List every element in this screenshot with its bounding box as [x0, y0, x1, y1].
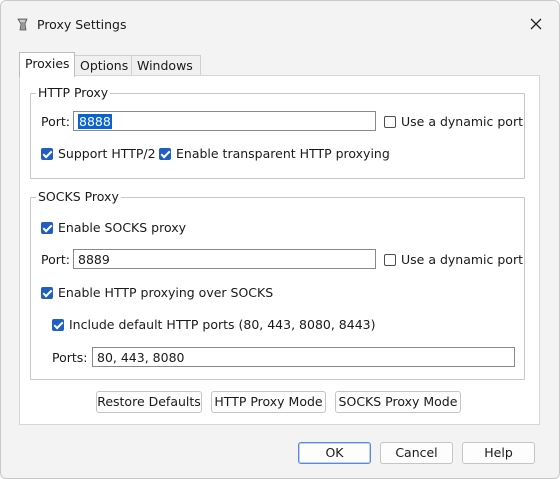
proxies-tab-panel: HTTP Proxy Port: 8888 Use a dynamic port…	[19, 75, 540, 425]
socks-proxy-legend: SOCKS Proxy	[36, 189, 121, 205]
http-over-socks-checkbox[interactable]	[41, 287, 53, 299]
tab-options[interactable]: Options	[74, 55, 134, 76]
support-http2-label: Support HTTP/2	[58, 146, 156, 161]
enable-socks-checkbox[interactable]	[41, 222, 53, 234]
transparent-proxying-label: Enable transparent HTTP proxying	[176, 146, 390, 161]
enable-socks-label: Enable SOCKS proxy	[58, 220, 187, 235]
ports-label: Ports:	[52, 350, 88, 365]
cancel-button[interactable]: Cancel	[380, 442, 453, 464]
socks-proxy-group: SOCKS Proxy Enable SOCKS proxy Port: 888…	[30, 189, 525, 380]
tab-proxies[interactable]: Proxies	[19, 52, 75, 77]
app-icon	[17, 18, 28, 31]
ok-button[interactable]: OK	[298, 442, 371, 464]
http-dynamic-port-label: Use a dynamic port	[401, 114, 523, 129]
http-proxy-group: HTTP Proxy Port: 8888 Use a dynamic port…	[30, 85, 525, 179]
socks-port-input[interactable]: 8889	[73, 249, 376, 269]
proxy-settings-dialog: Proxy Settings Proxies Options Windows H…	[0, 0, 560, 479]
http-over-socks-label: Enable HTTP proxying over SOCKS	[58, 285, 274, 300]
http-proxy-legend: HTTP Proxy	[36, 85, 111, 101]
socks-dynamic-port-label: Use a dynamic port	[401, 252, 523, 267]
title-bar: Proxy Settings	[1, 1, 559, 45]
restore-defaults-button[interactable]: Restore Defaults	[96, 391, 202, 413]
close-icon[interactable]	[527, 15, 545, 33]
http-proxy-mode-button[interactable]: HTTP Proxy Mode	[211, 391, 326, 413]
http-port-label: Port:	[41, 114, 70, 129]
socks-proxy-mode-button[interactable]: SOCKS Proxy Mode	[335, 391, 461, 413]
support-http2-checkbox[interactable]	[41, 148, 53, 160]
transparent-proxying-checkbox[interactable]	[159, 148, 171, 160]
socks-port-label: Port:	[41, 252, 70, 267]
http-port-input[interactable]: 8888	[73, 111, 376, 131]
http-port-value: 8888	[78, 114, 112, 129]
include-default-ports-label: Include default HTTP ports (80, 443, 808…	[69, 317, 376, 332]
include-default-ports-checkbox[interactable]	[52, 319, 64, 331]
ports-input[interactable]: 80, 443, 8080	[92, 347, 515, 367]
help-button[interactable]: Help	[462, 442, 535, 464]
socks-dynamic-port-checkbox[interactable]	[384, 254, 396, 266]
window-title: Proxy Settings	[37, 17, 127, 32]
tab-windows[interactable]: Windows	[131, 55, 201, 76]
http-dynamic-port-checkbox[interactable]	[384, 116, 396, 128]
